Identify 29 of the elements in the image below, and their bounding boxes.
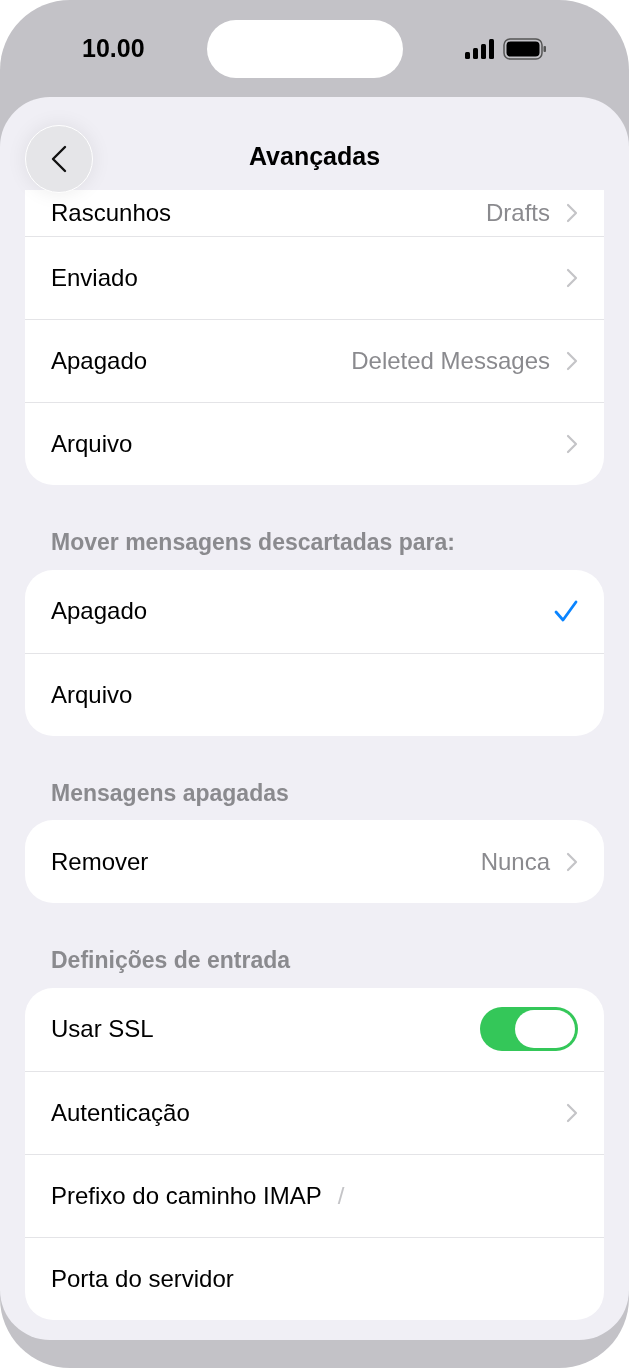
row-label[interactable]: Remover [51, 843, 149, 880]
chevron-icon [566, 203, 578, 223]
row-label[interactable]: Apagado [51, 593, 148, 629]
row-label[interactable]: Arquivo [51, 426, 133, 462]
row-label: Prefixo do caminho IMAP [51, 1180, 322, 1211]
section-header: Definições de entrada [50, 946, 292, 975]
row-value: Nunca [480, 846, 550, 877]
status-time: 10.00 [82, 32, 145, 64]
chevron-icon [566, 351, 578, 371]
row-label[interactable]: Usar SSL [51, 1011, 154, 1047]
chevron-icon [566, 434, 578, 454]
row-value: Drafts [486, 198, 550, 228]
section-header: Mensagens apagadas [50, 778, 290, 808]
chevron-icon [566, 268, 578, 288]
signal-icon [465, 38, 495, 59]
battery-icon [503, 37, 547, 60]
row-label[interactable]: Autenticação [51, 1094, 190, 1131]
nav-title: Avançadas [248, 140, 381, 172]
section-header: Mover mensagens descartadas para: [50, 528, 456, 557]
chevron-icon [566, 851, 578, 872]
toggle-switch[interactable] [480, 1007, 578, 1051]
row-value: Deleted Messages [351, 346, 550, 376]
row-label[interactable]: Apagado [51, 343, 148, 379]
row-label[interactable]: Arquivo [51, 676, 133, 713]
row-label[interactable]: Enviado [51, 260, 138, 296]
row-label[interactable]: Rascunhos [51, 195, 172, 231]
chevron-icon [566, 1102, 578, 1123]
back-icon [51, 145, 67, 173]
row-label: Porta do servidor [51, 1263, 234, 1294]
